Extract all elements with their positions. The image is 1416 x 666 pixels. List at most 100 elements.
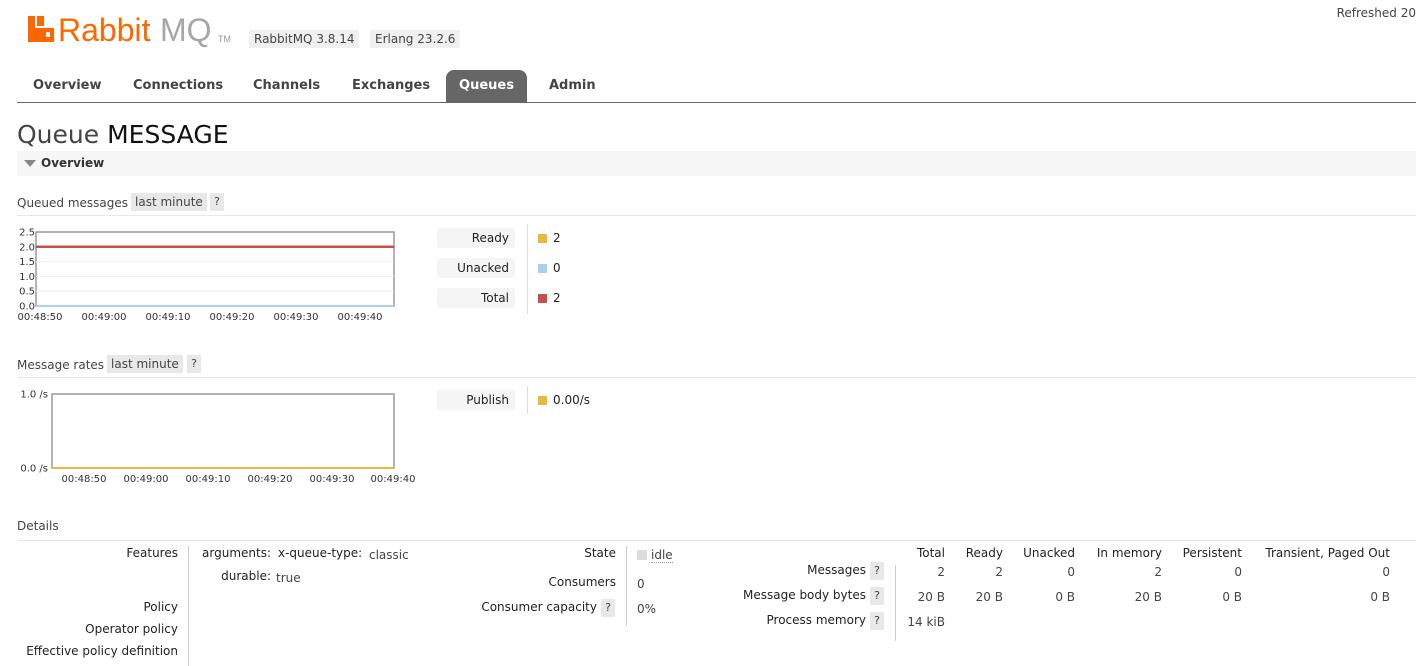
body-bytes-persistent: 0 B [1222,590,1242,604]
legend-total-label: Total [437,288,515,308]
messages-transient-paged-out: 0 [1382,565,1390,579]
body-bytes-unacked: 0 B [1055,590,1075,604]
message-rates-range-selector[interactable]: last minute [107,355,183,373]
details-divider [188,546,189,666]
queued-messages-range-selector[interactable]: last minute [131,193,207,211]
message-rates-label: Message rates [17,358,105,372]
tab-connections[interactable]: Connections [133,70,223,102]
messages-total: 2 [937,565,945,579]
col-persistent: Persistent [1182,546,1242,560]
consumer-capacity-help-button[interactable]: ? [601,599,615,617]
state-idle-icon [637,550,647,560]
x-queue-type-value: classic [369,548,409,562]
process-memory-total: 14 kiB [907,615,945,629]
process-memory-label: Process memory [766,613,866,627]
rates-x-tick-label: 00:49:30 [310,474,355,485]
messages-persistent: 0 [1234,565,1242,579]
messages-unacked: 0 [1067,565,1075,579]
consumers-label: Consumers [548,575,616,589]
effective-policy-label: Effective policy definition [26,644,178,658]
messages-help-button[interactable]: ? [870,562,884,580]
ready-swatch-icon[interactable] [538,234,547,243]
arguments-label: arguments: [202,546,271,560]
x-queue-type-label: x-queue-type: [278,546,363,560]
rabbitmq-version-badge: RabbitMQ 3.8.14 [249,30,360,48]
policy-label: Policy [143,600,178,614]
page-title: Queue MESSAGE [17,120,229,149]
queued-x-tick-label: 00:48:50 [18,312,63,323]
messages-in-memory: 2 [1154,565,1162,579]
details-divider [626,546,627,626]
legend-ready-label: Ready [437,228,515,248]
durable-value: true [276,571,301,585]
state-value[interactable]: idle [651,548,673,563]
queued-messages-chart: 2.5 2.0 1.5 1.0 0.5 0.000:48:50 00:49:00 00:49:… [18,228,395,323]
rabbit-logo-icon [28,16,54,42]
queued-messages-header: Queued messages last minute ? [17,193,1416,216]
queue-name: MESSAGE [107,120,229,149]
queued-y-tick-label: 1.5 [19,257,35,268]
col-ready: Ready [965,546,1003,560]
rates-plot-frame [51,393,395,469]
legend-divider [527,386,528,414]
unacked-swatch-icon[interactable] [538,264,547,273]
queued-x-tick-label: 00:49:30 [274,312,319,323]
operator-policy-label: Operator policy [85,622,178,636]
total-swatch-icon[interactable] [538,294,547,303]
legend-ready-value: 2 [553,231,561,245]
body-bytes-ready: 20 B [975,590,1003,604]
message-rates-help-button[interactable]: ? [187,355,201,373]
queued-x-tick-label: 00:49:40 [338,312,383,323]
queued-y-tick-label: 0.0 [19,302,35,313]
overview-section-toggle[interactable]: Overview [17,151,1416,176]
rates-x-tick-label: 00:49:20 [248,474,293,485]
tab-overview[interactable]: Overview [33,70,102,102]
details-header: Details [17,518,1416,541]
svg-text:Rabbit: Rabbit [58,12,151,48]
queued-x-tick-label: 00:49:00 [82,312,127,323]
queued-x-tick-label: 00:49:10 [146,312,191,323]
message-rates-chart: 1.0 /s 0.0 /s 00:48:50 00:49:00 00:49:10 00:4… [20,390,416,486]
legend-publish-label: Publish [437,390,515,410]
message-body-bytes-help-button[interactable]: ? [870,587,884,605]
legend-total-value: 2 [553,291,561,305]
message-rates-header: Message rates last minute ? [17,355,1416,378]
queued-messages-help-button[interactable]: ? [210,193,224,211]
rates-y-tick-label: 1.0 /s [20,390,48,401]
legend-publish-value: 0.00/s [553,393,591,407]
col-in-memory: In memory [1096,546,1162,560]
svg-text:TM: TM [218,34,231,44]
queued-messages-label: Queued messages [17,196,129,210]
tab-channels[interactable]: Channels [253,70,320,102]
rabbitmq-logo[interactable]: Rabbit MQ TM [28,12,238,48]
tab-exchanges[interactable]: Exchanges [352,70,430,102]
rates-x-tick-label: 00:49:40 [371,474,416,485]
tab-queues[interactable]: Queues [446,70,527,102]
durable-label: durable: [221,569,271,583]
rates-x-tick-label: 00:49:10 [186,474,231,485]
state-label: State [584,546,616,560]
svg-text:MQ: MQ [160,12,212,48]
page-title-prefix: Queue [17,120,100,149]
rates-x-tick-label: 00:48:50 [62,474,107,485]
refreshed-status[interactable]: Refreshed 20 [1337,6,1416,20]
consumer-capacity-label: Consumer capacity [481,600,597,614]
message-body-bytes-label: Message body bytes [743,588,866,602]
consumer-capacity-value: 0% [637,602,657,616]
details-label: Details [17,519,59,533]
erlang-version-badge: Erlang 23.2.6 [370,30,461,48]
rates-y-tick-label: 0.0 /s [20,464,48,475]
legend-unacked-value: 0 [553,261,561,275]
process-memory-help-button[interactable]: ? [870,612,884,630]
collapse-triangle-icon [24,160,36,167]
tab-admin[interactable]: Admin [549,70,596,102]
body-bytes-transient-paged-out: 0 B [1370,590,1390,604]
body-bytes-in-memory: 20 B [1134,590,1162,604]
legend-divider [527,224,528,314]
messages-ready: 2 [995,565,1003,579]
queued-y-tick-label: 2.0 [19,242,35,253]
messages-row-label: Messages [807,563,866,577]
main-nav-tabs: Overview Connections Channels Exchanges … [17,70,1416,103]
publish-swatch-icon[interactable] [538,396,547,405]
col-transient-paged-out: Transient, Paged Out [1265,546,1390,560]
